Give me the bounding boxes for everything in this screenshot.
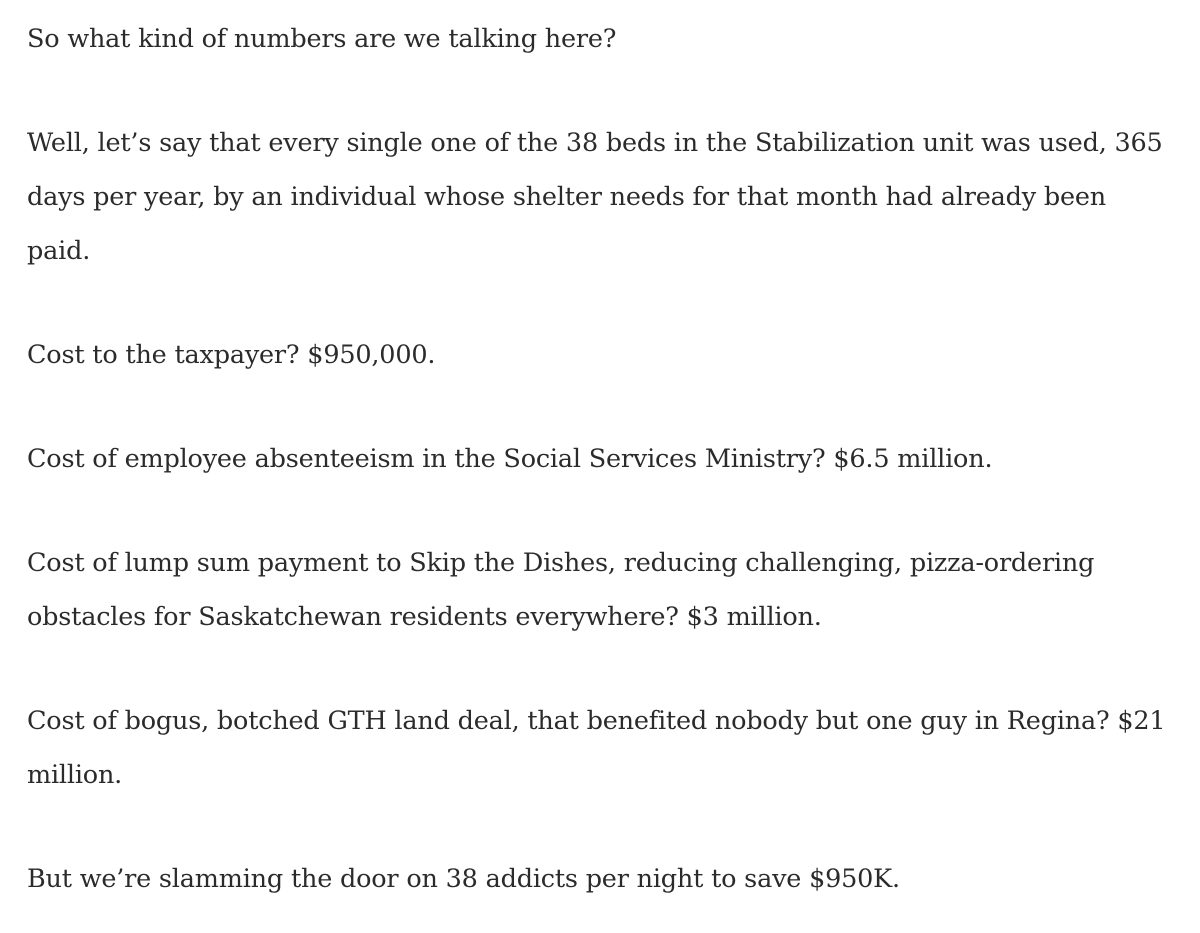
article-body: So what kind of numbers are we talking h… bbox=[27, 12, 1177, 906]
paragraph-taxpayer-cost: Cost to the taxpayer? $950,000. bbox=[27, 340, 436, 370]
paragraph-skip-the-dishes-cost: Cost of lump sum payment to Skip the Dis… bbox=[27, 548, 1095, 632]
paragraph-conclusion: But we’re slamming the door on 38 addict… bbox=[27, 864, 900, 894]
paragraph-question: So what kind of numbers are we talking h… bbox=[27, 24, 617, 54]
paragraph-gth-land-deal-cost: Cost of bogus, botched GTH land deal, th… bbox=[27, 706, 1166, 790]
paragraph-scenario: Well, let’s say that every single one of… bbox=[27, 128, 1163, 266]
paragraph-absenteeism-cost: Cost of employee absenteeism in the Soci… bbox=[27, 444, 993, 474]
